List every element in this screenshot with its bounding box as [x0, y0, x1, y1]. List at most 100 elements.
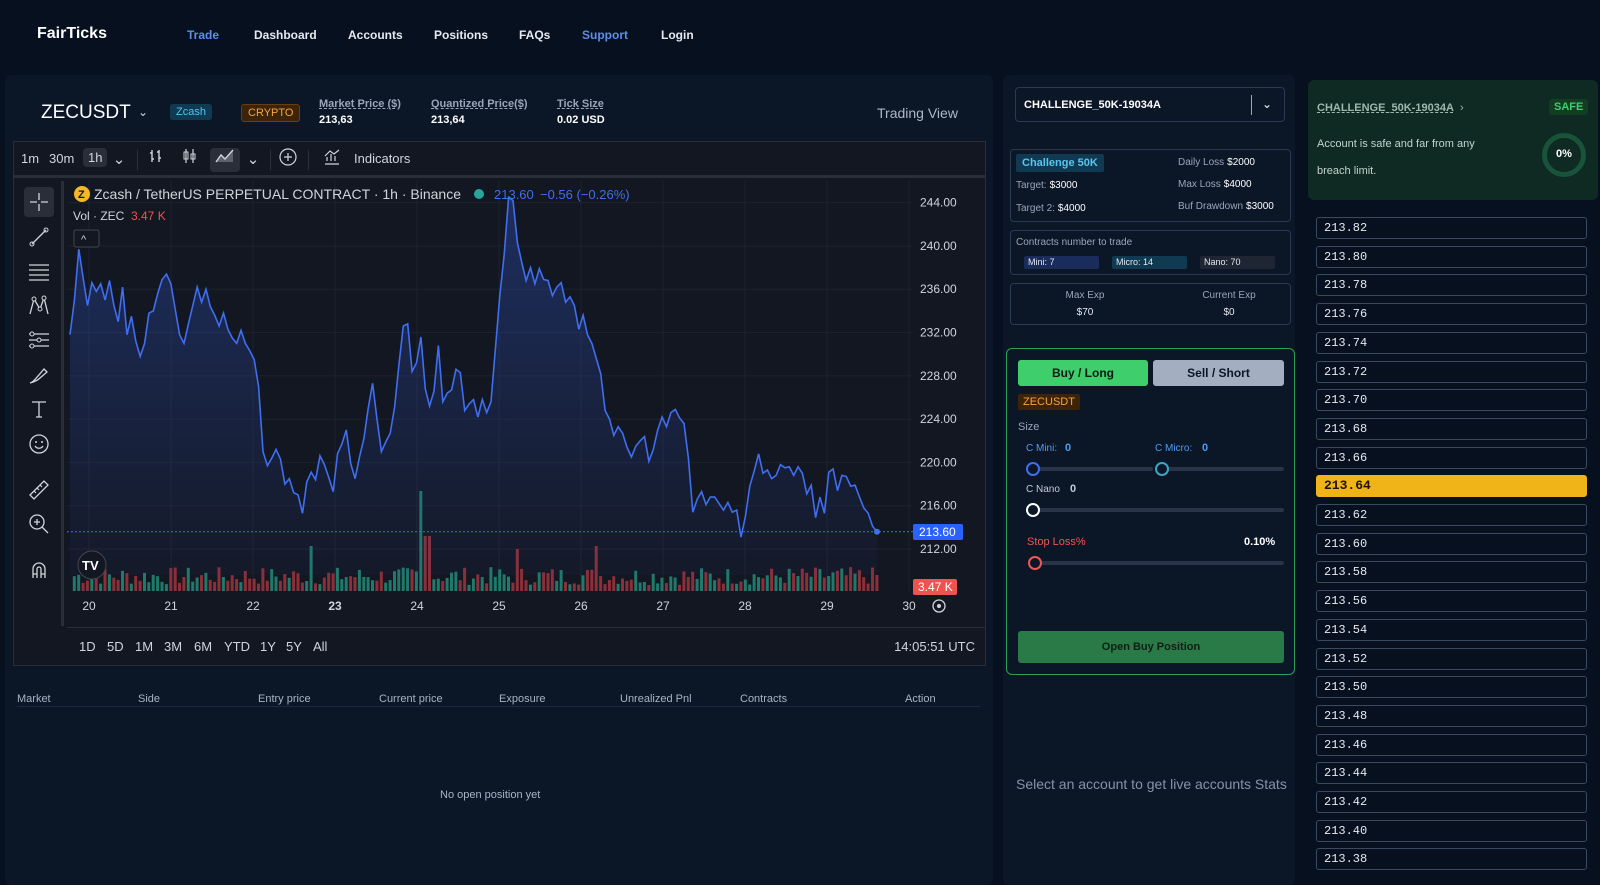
trading-view-link[interactable]: Trading View [877, 105, 958, 121]
ladder-row[interactable]: 213.80 [1316, 245, 1587, 268]
range-1m[interactable]: 1M [135, 639, 153, 654]
ladder-row[interactable]: 213.68 [1316, 417, 1587, 440]
zoom-icon[interactable] [24, 509, 54, 539]
ladder-row[interactable]: 213.62 [1316, 504, 1587, 526]
text-icon[interactable] [24, 394, 54, 424]
range-3m[interactable]: 3M [164, 639, 182, 654]
volume-bar [629, 579, 633, 591]
range-6m[interactable]: 6M [194, 639, 212, 654]
ladder-row[interactable]: 213.74 [1316, 331, 1587, 354]
nav-faqs[interactable]: FAQs [519, 28, 550, 42]
safety-account-link[interactable]: CHALLENGE_50K-19034A [1317, 102, 1454, 114]
price-chart[interactable]: 244.00 240.00 236.00 232.00 228.00 224.00 220.… [67, 181, 985, 627]
indicators-button[interactable]: Indicators [354, 151, 410, 166]
ladder-row[interactable]: 213.50 [1316, 676, 1587, 699]
volume-bar [116, 579, 120, 591]
nav-positions[interactable]: Positions [434, 28, 488, 42]
ladder-row-current[interactable]: 213.64 [1316, 475, 1587, 498]
volume-bar [625, 580, 629, 591]
pattern-icon[interactable] [24, 291, 54, 321]
ladder-row[interactable]: 213.76 [1316, 303, 1587, 326]
buy-long-tab[interactable]: Buy / Long [1018, 360, 1148, 386]
ladder-row[interactable]: 213.52 [1316, 647, 1587, 670]
nav-login[interactable]: Login [661, 28, 694, 42]
timeframe-1h[interactable]: 1h [83, 148, 108, 167]
micro-slider-handle[interactable] [1155, 462, 1169, 476]
ladder-row[interactable]: 213.78 [1316, 274, 1587, 297]
ladder-row[interactable]: 213.82 [1316, 217, 1587, 239]
crosshair-icon[interactable] [24, 187, 54, 217]
collapse-legend-button[interactable] [73, 229, 100, 248]
chevron-down-icon[interactable]: ⌄ [138, 105, 148, 119]
challenge-badge: Challenge 50K [1016, 154, 1104, 172]
volume-bar [783, 582, 787, 591]
nav-accounts[interactable]: Accounts [348, 28, 403, 42]
ladder-row[interactable]: 213.58 [1316, 561, 1587, 584]
ladder-row[interactable]: 213.56 [1316, 590, 1587, 613]
ruler-icon[interactable] [24, 475, 54, 505]
ladder-row[interactable]: 213.40 [1316, 819, 1587, 842]
candles-icon[interactable] [177, 148, 203, 172]
nav-dashboard[interactable]: Dashboard [254, 28, 317, 42]
settings-gear-center [937, 604, 941, 608]
timeframe-1m[interactable]: 1m [21, 151, 39, 166]
mini-slider-track[interactable] [1033, 467, 1153, 471]
volume-bar [686, 576, 690, 591]
range-1d[interactable]: 1D [79, 639, 96, 654]
bar-chart-icon[interactable] [143, 148, 169, 172]
ladder-row[interactable]: 213.38 [1316, 848, 1587, 871]
stop-loss-slider-track[interactable] [1035, 561, 1284, 565]
x-tick-label: 20 [82, 599, 96, 613]
volume-bar [235, 579, 239, 591]
range-ytd[interactable]: YTD [224, 639, 250, 654]
ladder-row[interactable]: 213.42 [1316, 791, 1587, 813]
range-all[interactable]: All [313, 639, 327, 654]
nano-slider-track[interactable] [1033, 508, 1284, 512]
nav-trade[interactable]: Trade [187, 28, 219, 42]
ladder-row[interactable]: 213.72 [1316, 360, 1587, 383]
stop-loss-slider-handle[interactable] [1028, 556, 1042, 570]
x-tick-label: 24 [410, 599, 424, 613]
mini-slider-handle[interactable] [1026, 462, 1040, 476]
range-1y[interactable]: 1Y [260, 639, 276, 654]
ladder-row[interactable]: 213.46 [1316, 733, 1587, 756]
timeframe-30m[interactable]: 30m [49, 151, 74, 166]
range-5d[interactable]: 5D [107, 639, 124, 654]
open-buy-position-button[interactable]: Open Buy Position [1018, 631, 1284, 663]
chart-clock[interactable]: 14:05:51 UTC [894, 639, 975, 654]
chevron-down-icon[interactable]: ⌄ [106, 148, 132, 172]
magnet-icon[interactable] [24, 555, 54, 585]
nav-support[interactable]: Support [582, 28, 628, 42]
ladder-row[interactable]: 213.70 [1316, 389, 1587, 412]
emoji-icon[interactable] [24, 429, 54, 459]
brand-logo[interactable]: FairTicks [37, 25, 107, 43]
chevron-right-icon[interactable]: › [1460, 102, 1464, 114]
area-chart-icon[interactable] [210, 148, 240, 172]
chart-toolbar: 1m 30m 1h ⌄ ⌄ Indicators [14, 142, 985, 178]
projection-icon[interactable] [24, 325, 54, 355]
micro-slider-track[interactable] [1162, 467, 1284, 471]
ladder-row[interactable]: 213.54 [1316, 618, 1587, 641]
micro-chip: Micro: 14 [1112, 256, 1187, 269]
ladder-row[interactable]: 213.48 [1316, 704, 1587, 727]
fib-icon[interactable] [24, 257, 54, 287]
volume-bar [546, 573, 550, 591]
brush-icon[interactable] [24, 360, 54, 390]
ladder-row[interactable]: 213.66 [1316, 446, 1587, 469]
ladder-row[interactable]: 213.44 [1316, 762, 1587, 785]
range-5y[interactable]: 5Y [286, 639, 302, 654]
trendline-icon[interactable] [24, 222, 54, 252]
chevron-down-icon[interactable]: ⌄ [1262, 97, 1272, 111]
volume-bar [125, 573, 129, 591]
indicators-icon[interactable] [319, 148, 345, 172]
chevron-down-icon[interactable]: ⌄ [240, 148, 266, 172]
chevron-up-icon[interactable]: ^ [81, 234, 87, 246]
sell-short-tab[interactable]: Sell / Short [1153, 360, 1284, 386]
volume-bar [112, 577, 116, 591]
add-compare-icon[interactable] [275, 148, 301, 172]
account-select[interactable]: CHALLENGE_50K-19034A ⌄ [1015, 87, 1285, 122]
ladder-row[interactable]: 213.60 [1316, 532, 1587, 555]
nano-slider-handle[interactable] [1026, 503, 1040, 517]
symbol-selector[interactable]: ZECUSDT [41, 102, 131, 124]
volume-bar [362, 576, 366, 591]
